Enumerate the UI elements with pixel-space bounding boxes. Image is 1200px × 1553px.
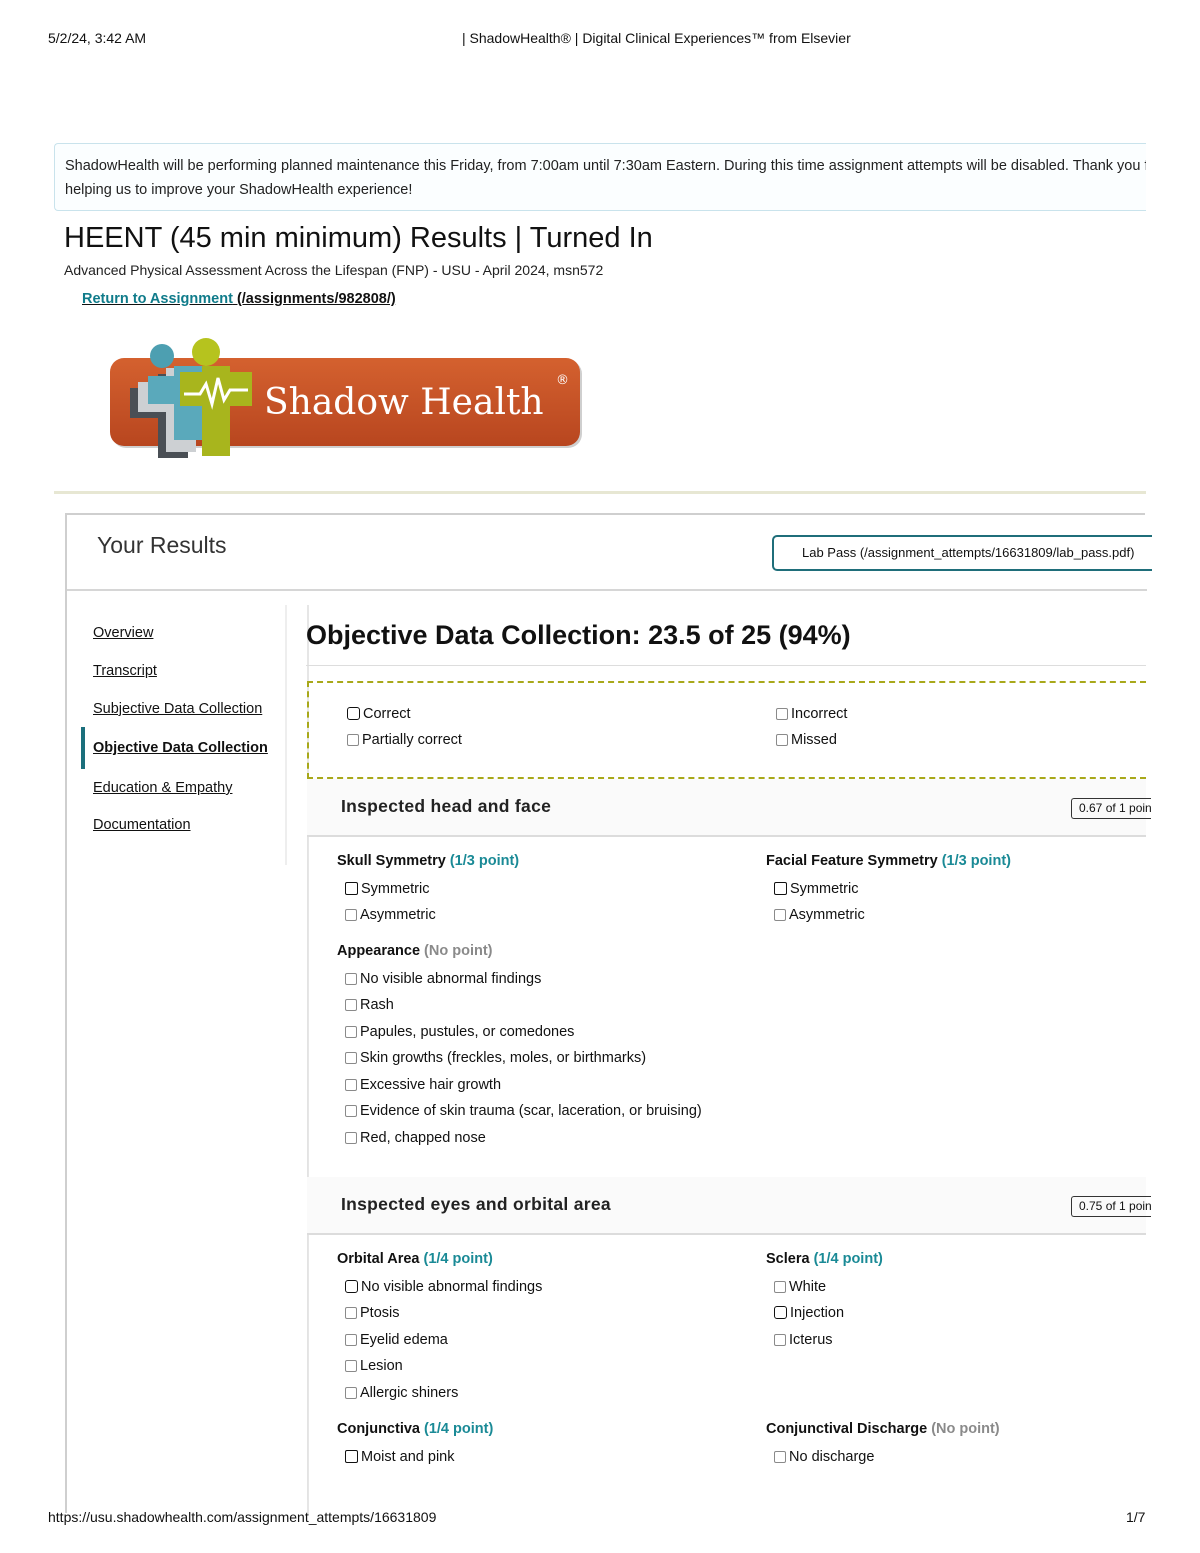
option-row: White [774,1279,826,1295]
legend-partially-correct: Partially correct [347,732,462,748]
card-header-head-face: Inspected head and face 0.67 of 1 point [307,779,1151,837]
score-badge: 0.67 of 1 point [1071,798,1151,819]
print-url: https://usu.shadowhealth.com/assignment_… [48,1509,437,1525]
return-to-assignment-link[interactable]: Return to Assignment (/assignments/98280… [82,291,396,307]
question-conjunctival-discharge: Conjunctival Discharge (No point) [766,1421,1000,1437]
option-row: Injection [774,1305,844,1321]
print-title: | ShadowHealth® | Digital Clinical Exper… [462,30,851,46]
question-orbital-area: Orbital Area (1/4 point) [337,1251,493,1267]
checkbox-icon [345,1052,357,1064]
checkbox-icon [776,708,788,720]
question-conjunctiva: Conjunctiva (1/4 point) [337,1421,494,1437]
nav-subjective-data-collection[interactable]: Subjective Data Collection [93,701,262,717]
nav-overview[interactable]: Overview [93,625,153,641]
checkbox-icon [347,734,359,746]
score-badge: 0.75 of 1 point [1071,1196,1151,1217]
print-page-number: 1/7 [1126,1509,1146,1525]
maintenance-banner-text: ShadowHealth will be performing planned … [65,158,1146,198]
question-facial-feature-symmetry: Facial Feature Symmetry (1/3 point) [766,853,1011,869]
option-row: Icterus [774,1332,833,1348]
results-title: Your Results [97,532,227,558]
print-datetime: 5/2/24, 3:42 AM [48,30,147,46]
checkbox-icon [345,1105,357,1117]
checkbox-icon [345,1360,357,1372]
option-row: Papules, pustules, or comedones [345,1024,574,1040]
title-rule [306,665,1146,666]
checkbox-icon [345,999,357,1011]
checkbox-icon [774,882,787,895]
checkbox-icon [347,707,360,720]
option-row: No discharge [774,1449,874,1465]
result-legend: Correct Partially correct Incorrect Miss… [307,681,1146,779]
option-row: Symmetric [345,881,429,897]
checkbox-icon [345,1387,357,1399]
checkbox-icon [345,1280,358,1293]
section-title: Objective Data Collection: 23.5 of 25 (9… [306,620,851,650]
lab-pass-button[interactable]: Lab Pass (/assignment_attempts/16631809/… [772,535,1152,571]
legend-incorrect: Incorrect [776,706,847,722]
results-header: Your Results Lab Pass (/assignment_attem… [67,515,1152,591]
option-row: No visible abnormal findings [345,1279,542,1295]
legend-missed: Missed [776,732,837,748]
checkbox-icon [774,1306,787,1319]
option-row: Moist and pink [345,1449,455,1465]
checkbox-icon [776,734,788,746]
option-row: Asymmetric [345,907,436,923]
option-row: Evidence of skin trauma (scar, laceratio… [345,1103,702,1119]
results-panel: Your Results Lab Pass (/assignment_attem… [65,513,1152,1515]
card-header-eyes: Inspected eyes and orbital area 0.75 of … [307,1177,1151,1235]
nav-transcript[interactable]: Transcript [93,663,157,679]
option-row: Red, chapped nose [345,1130,486,1146]
shadow-health-logo: Shadow Health ® [108,338,584,464]
section-divider [54,491,1146,494]
card-title: Inspected head and face [341,796,552,816]
option-row: Rash [345,997,394,1013]
checkbox-icon [345,1079,357,1091]
option-row: Eyelid edema [345,1332,448,1348]
registered-mark: ® [556,373,569,388]
question-skull-symmetry: Skull Symmetry (1/3 point) [337,853,520,869]
checkbox-icon [345,882,358,895]
checkbox-icon [774,1281,786,1293]
page-title: HEENT (45 min minimum) Results | Turned … [64,222,653,254]
return-link-label[interactable]: Return to Assignment [82,291,233,307]
nav-documentation[interactable]: Documentation [93,817,191,833]
maintenance-banner: ShadowHealth will be performing planned … [54,143,1146,211]
checkbox-icon [345,1026,357,1038]
legend-correct: Correct [347,706,411,722]
question-sclera: Sclera (1/4 point) [766,1251,883,1267]
checkbox-icon [345,1132,357,1144]
nav-objective-data-collection[interactable]: Objective Data Collection [93,740,268,756]
nav-education-empathy[interactable]: Education & Empathy [93,780,232,796]
checkbox-icon [774,909,786,921]
return-link-href: (/assignments/982808/) [232,291,396,307]
checkbox-icon [345,973,357,985]
checkbox-icon [345,1307,357,1319]
option-row: Allergic shiners [345,1385,458,1401]
checkbox-icon [774,1334,786,1346]
results-nav: Overview Transcript Subjective Data Coll… [67,605,287,865]
card-title: Inspected eyes and orbital area [341,1194,611,1214]
card-left-border [307,1235,308,1500]
question-appearance: Appearance (No point) [337,943,493,959]
option-row: Excessive hair growth [345,1077,501,1093]
checkbox-icon [345,909,357,921]
option-row: No visible abnormal findings [345,971,541,987]
card-left-border [307,837,308,1177]
option-row: Asymmetric [774,907,865,923]
course-subtitle: Advanced Physical Assessment Across the … [64,262,604,278]
option-row: Ptosis [345,1305,400,1321]
option-row: Lesion [345,1358,403,1374]
checkbox-icon [345,1334,357,1346]
option-row: Symmetric [774,881,858,897]
checkbox-icon [774,1451,786,1463]
logo-wordmark: Shadow Health [264,382,544,423]
checkbox-icon [345,1450,358,1463]
option-row: Skin growths (freckles, moles, or birthm… [345,1050,646,1066]
